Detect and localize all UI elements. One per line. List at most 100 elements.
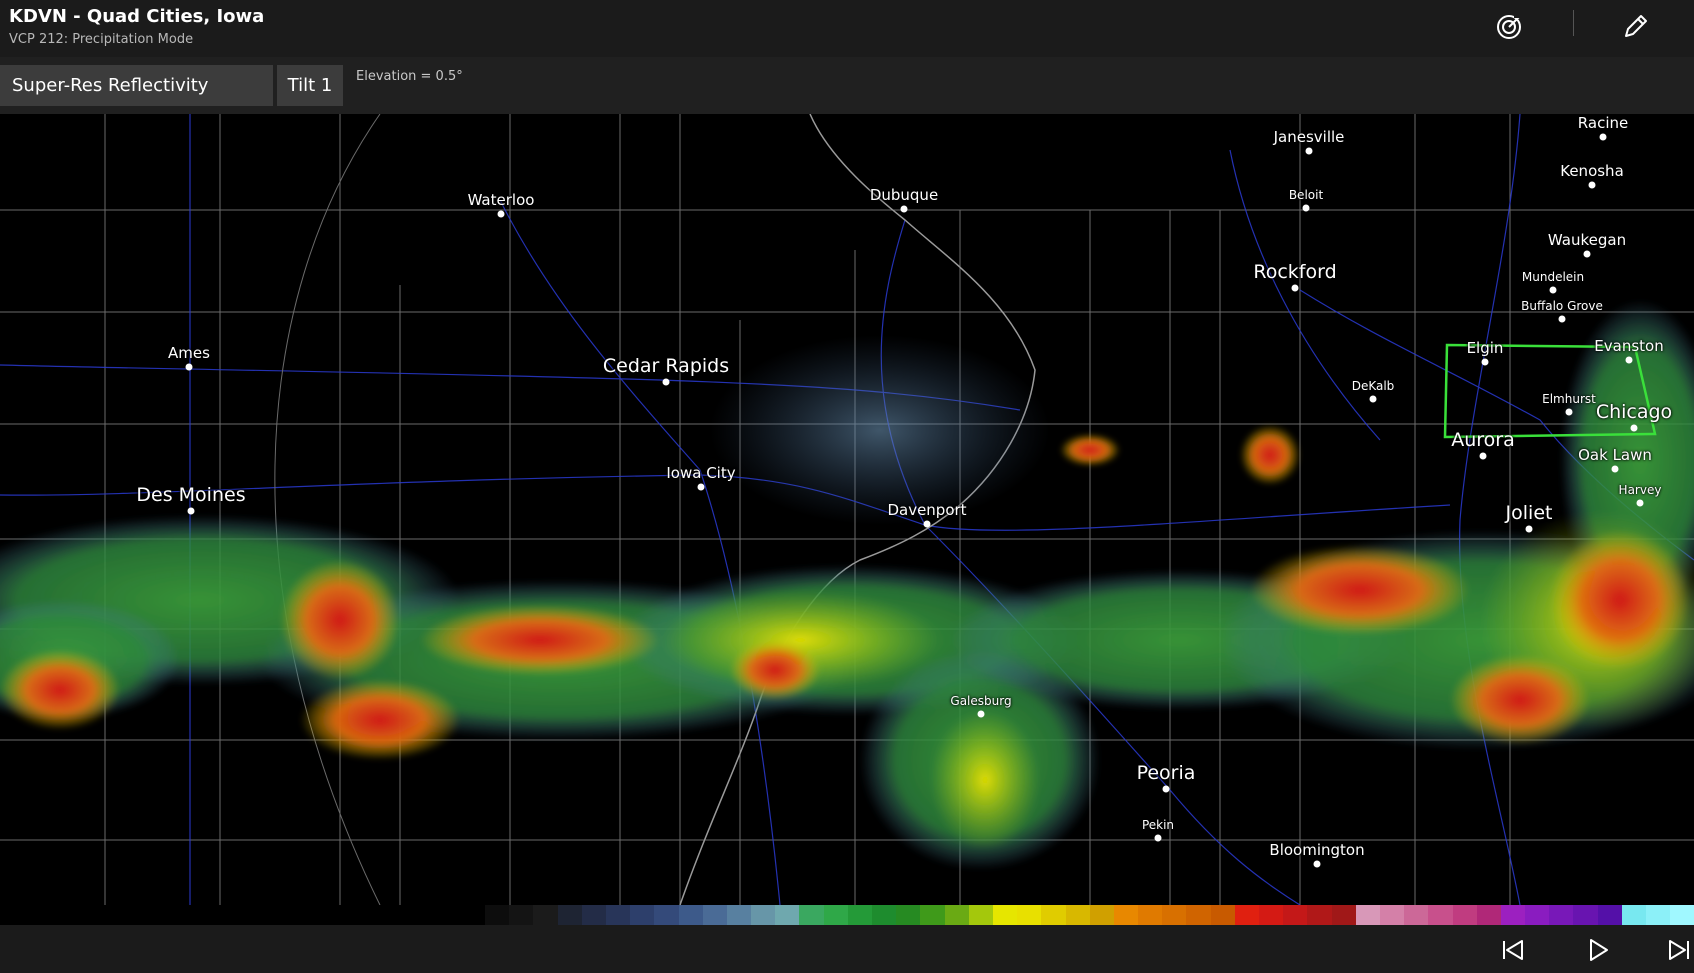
city-marker-janesville <box>1305 147 1313 155</box>
colorbar-swatch <box>702 905 727 925</box>
city-label-elmhurst: Elmhurst <box>1542 392 1596 406</box>
colorbar-swatch <box>581 905 606 925</box>
city-marker-aurora <box>1479 452 1487 460</box>
city-label-waukegan: Waukegan <box>1547 231 1627 249</box>
city-marker-pekin <box>1154 834 1162 842</box>
city-marker-des-moines <box>187 507 195 515</box>
colorbar-swatch <box>630 905 655 925</box>
colorbar-swatch <box>1259 905 1284 925</box>
city-marker-racine <box>1599 133 1607 141</box>
colorbar-swatch <box>678 905 703 925</box>
city-label-des-moines: Des Moines <box>136 484 246 506</box>
city-marker-joliet <box>1525 525 1533 533</box>
pencil-icon[interactable] <box>1620 10 1652 42</box>
city-label-buffalo-grove: Buffalo Grove <box>1521 299 1603 313</box>
city-marker-oak-lawn <box>1611 465 1619 473</box>
city-marker-rockford <box>1291 284 1299 292</box>
city-marker-ames <box>185 363 193 371</box>
colorbar-swatch <box>1452 905 1477 925</box>
city-label-bloomington: Bloomington <box>1269 841 1365 859</box>
colorbar-swatch <box>1404 905 1429 925</box>
radar-site-title: KDVN - Quad Cities, Iowa <box>9 6 265 27</box>
skip-previous-icon[interactable] <box>1498 935 1528 965</box>
tilt-selector-button[interactable]: Tilt 1 <box>277 65 343 106</box>
colorbar-swatch <box>726 905 752 925</box>
colorbar-swatch <box>823 905 848 925</box>
clear-air-echo <box>710 335 1050 525</box>
radar-target-icon[interactable] <box>1494 10 1526 42</box>
app-header: KDVN - Quad Cities, Iowa VCP 212: Precip… <box>0 0 1694 57</box>
colorbar-swatch <box>1646 905 1671 925</box>
city-marker-galesburg <box>977 710 985 718</box>
colorbar-swatch <box>1525 905 1550 925</box>
city-marker-harvey <box>1636 499 1644 507</box>
elevation-label: Elevation = 0.5° <box>356 69 463 84</box>
colorbar-swatch <box>1186 905 1211 925</box>
city-marker-beloit <box>1302 204 1310 212</box>
colorbar-swatch <box>968 905 993 925</box>
colorbar-swatch <box>1670 905 1694 925</box>
city-marker-kenosha <box>1588 181 1596 189</box>
radar-map[interactable]: Racine Janesville Kenosha Waterloo Dubuque Be… <box>0 114 1694 905</box>
city-label-dubuque: Dubuque <box>869 186 939 204</box>
city-label-aurora: Aurora <box>1451 429 1515 451</box>
city-label-cedar-rapids: Cedar Rapids <box>602 355 730 377</box>
colorbar-swatch <box>1621 905 1646 925</box>
colorbar-swatch <box>1428 905 1453 925</box>
colorbar-swatch <box>1573 905 1598 925</box>
city-marker-waterloo <box>497 210 505 218</box>
radar-map-canvas <box>0 114 1694 905</box>
colorbar-swatch <box>1210 905 1235 925</box>
city-marker-chicago <box>1630 424 1638 432</box>
city-label-davenport: Davenport <box>887 501 967 519</box>
city-label-evanston: Evanston <box>1594 337 1664 355</box>
colorbar-swatch <box>1017 905 1042 925</box>
city-label-beloit: Beloit <box>1288 188 1324 202</box>
city-marker-evanston <box>1625 356 1633 364</box>
colorbar-swatch <box>1138 905 1163 925</box>
city-label-oak-lawn: Oak Lawn <box>1578 446 1652 464</box>
colorbar-swatch <box>533 905 558 925</box>
colorbar-swatch <box>557 905 582 925</box>
city-marker-elmhurst <box>1565 408 1573 416</box>
city-label-galesburg: Galesburg <box>950 694 1012 708</box>
city-marker-dekalb <box>1369 395 1377 403</box>
city-label-ames: Ames <box>168 344 210 362</box>
skip-next-icon[interactable] <box>1664 935 1694 965</box>
city-marker-davenport <box>923 520 931 528</box>
colorbar-swatch <box>1283 905 1308 925</box>
city-marker-dubuque <box>900 205 908 213</box>
city-label-dekalb: DeKalb <box>1351 379 1395 393</box>
colorbar-swatch <box>1234 905 1259 925</box>
colorbar-swatch <box>847 905 872 925</box>
colorbar-swatch <box>1307 905 1332 925</box>
city-label-kenosha: Kenosha <box>1560 162 1624 180</box>
city-marker-mundelein <box>1549 286 1557 294</box>
city-marker-buffalo-grove <box>1558 315 1566 323</box>
city-label-rockford: Rockford <box>1253 261 1337 283</box>
colorbar-swatch <box>775 905 800 925</box>
colorbar-swatch <box>896 905 921 925</box>
playback-controls <box>0 925 1694 973</box>
city-label-waterloo: Waterloo <box>467 191 535 209</box>
colorbar-swatch <box>485 905 510 925</box>
city-marker-elgin <box>1481 358 1489 366</box>
colorbar-swatch <box>509 905 534 925</box>
product-selector-button[interactable]: Super-Res Reflectivity <box>0 65 273 106</box>
city-label-janesville: Janesville <box>1273 128 1345 146</box>
colorbar-swatch <box>872 905 897 925</box>
colorbar-swatch <box>1597 905 1622 925</box>
city-marker-waukegan <box>1583 250 1591 258</box>
city-label-chicago: Chicago <box>1595 401 1673 423</box>
reflectivity-colorbar <box>485 905 1694 925</box>
range-ring <box>274 114 381 905</box>
play-icon[interactable] <box>1583 935 1613 965</box>
colorbar-swatch <box>799 905 824 925</box>
colorbar-swatch <box>1162 905 1187 925</box>
city-label-harvey: Harvey <box>1618 483 1662 497</box>
vcp-mode-subtitle: VCP 212: Precipitation Mode <box>9 32 194 47</box>
colorbar-swatch <box>992 905 1018 925</box>
colorbar-swatch <box>944 905 969 925</box>
colorbar-swatch <box>1065 905 1090 925</box>
city-label-elgin: Elgin <box>1466 339 1504 357</box>
